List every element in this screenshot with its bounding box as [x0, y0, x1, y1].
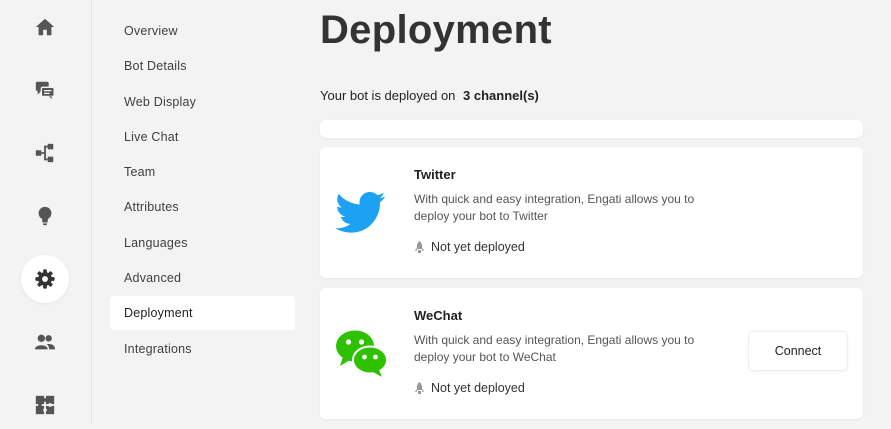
- rocket-icon: [414, 240, 425, 253]
- rail-item-integrations[interactable]: [21, 381, 69, 429]
- connect-button[interactable]: Connect: [748, 331, 848, 371]
- channel-card-partial: [320, 120, 863, 138]
- home-icon: [35, 18, 55, 36]
- channel-description: With quick and easy integration, Engati …: [414, 192, 695, 223]
- icon-rail: [0, 0, 92, 424]
- channel-count: 3 channel(s): [463, 88, 539, 103]
- subnav-item-web-display[interactable]: Web Display: [110, 85, 295, 119]
- subnav-item-advanced[interactable]: Advanced: [110, 261, 295, 295]
- rail-item-team[interactable]: [21, 318, 69, 366]
- bulb-icon: [38, 206, 52, 226]
- main-content: Deployment Your bot is deployed on 3 cha…: [320, 0, 891, 424]
- summary-text: Your bot is deployed on: [320, 88, 456, 103]
- rail-item-flows[interactable]: [21, 129, 69, 177]
- deployment-status: Not yet deployed: [414, 381, 525, 395]
- flow-icon: [35, 143, 54, 163]
- gear-icon: [35, 269, 55, 289]
- channel-card-wechat: WeChat With quick and easy integration, …: [320, 288, 863, 419]
- rocket-icon: [414, 381, 425, 394]
- status-text: Not yet deployed: [431, 240, 525, 254]
- channel-card-twitter: Twitter With quick and easy integration,…: [320, 147, 863, 278]
- chat-icon: [35, 81, 55, 100]
- subnav-item-deployment[interactable]: Deployment: [110, 296, 295, 331]
- twitter-icon: [335, 192, 386, 233]
- subnav-item-live-chat[interactable]: Live Chat: [110, 120, 295, 154]
- status-text: Not yet deployed: [431, 381, 525, 395]
- subnav-item-overview[interactable]: Overview: [110, 14, 295, 48]
- wechat-icon: [336, 330, 387, 377]
- rail-item-insights[interactable]: [21, 192, 69, 240]
- puzzle-icon: [35, 395, 55, 415]
- page-title: Deployment: [320, 8, 552, 52]
- subnav-item-languages[interactable]: Languages: [110, 226, 295, 260]
- subnav-item-bot-details[interactable]: Bot Details: [110, 49, 295, 83]
- subnav-item-attributes[interactable]: Attributes: [110, 190, 295, 224]
- channel-description: With quick and easy integration, Engati …: [414, 333, 695, 364]
- channel-name: WeChat: [414, 308, 463, 323]
- settings-subnav: Overview Bot Details Web Display Live Ch…: [110, 14, 295, 367]
- rail-item-conversations[interactable]: [21, 66, 69, 114]
- channel-name: Twitter: [414, 167, 456, 182]
- users-icon: [34, 334, 56, 350]
- deployment-summary: Your bot is deployed on 3 channel(s): [320, 88, 539, 103]
- deployment-status: Not yet deployed: [414, 240, 525, 254]
- rail-item-home[interactable]: [21, 3, 69, 51]
- subnav-item-team[interactable]: Team: [110, 155, 295, 189]
- rail-item-settings[interactable]: [21, 255, 69, 303]
- subnav-item-integrations[interactable]: Integrations: [110, 332, 295, 366]
